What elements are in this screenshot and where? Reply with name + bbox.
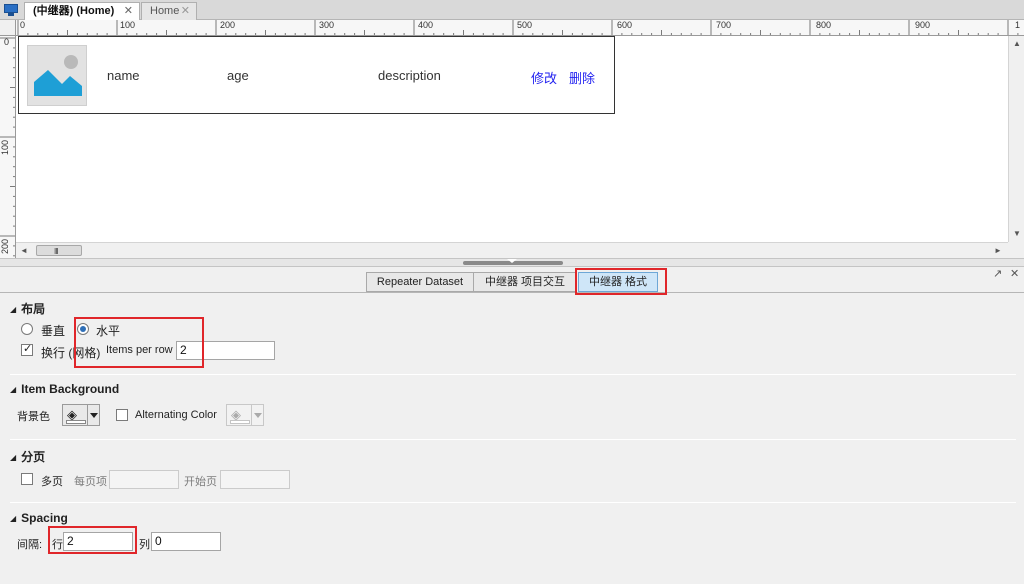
section-divider <box>10 502 1016 503</box>
row-gap-label: 行 <box>52 539 63 551</box>
tab-repeater-dataset[interactable]: Repeater Dataset <box>366 272 474 292</box>
pagination-section-header[interactable]: ◢ 分页 <box>10 448 45 465</box>
tab-item-interactions[interactable]: 中继器 项目交互 <box>473 272 577 292</box>
grip-icon: III <box>54 247 59 256</box>
ruler-label: 800 <box>816 20 832 30</box>
col-gap-input[interactable]: 0 <box>151 532 221 551</box>
ruler-label: 600 <box>617 20 633 30</box>
ruler-label: 200 <box>0 239 10 255</box>
col-gap-label: 列 <box>139 539 150 551</box>
start-page-label: 开始页 <box>184 476 217 488</box>
color-swatch <box>230 420 250 424</box>
design-canvas[interactable]: name age description 修改 删除 <box>16 36 1008 242</box>
row-gap-input[interactable]: 2 <box>63 532 133 551</box>
collapse-triangle-icon[interactable]: ◢ <box>10 514 16 523</box>
document-tab-strip: (中继器) (Home) ✕ Home ✕ <box>0 0 1024 21</box>
layout-section-header[interactable]: ◢ 布局 <box>10 300 45 317</box>
multi-page-checkbox[interactable] <box>21 473 33 485</box>
vertical-label: 垂直 <box>41 324 66 338</box>
chevron-down-icon <box>251 405 263 425</box>
repeater-style-panel: ↗ ✕ Repeater Dataset 中继器 项目交互 中继器 格式 ◢ 布局… <box>0 267 1024 584</box>
panel-splitter[interactable] <box>0 258 1024 267</box>
section-divider <box>10 374 1016 375</box>
scroll-down-icon[interactable]: ▼ <box>1013 229 1021 238</box>
splitter-notch-icon <box>507 259 517 263</box>
ruler-label: 300 <box>319 20 335 30</box>
ruler-label: 400 <box>418 20 434 30</box>
scroll-corner <box>1008 242 1024 258</box>
section-title: 分页 <box>21 450 46 464</box>
bg-color-label: 背景色 <box>17 411 50 423</box>
chevron-down-icon[interactable] <box>87 405 99 425</box>
horizontal-ruler: 0 100 200 300 400 500 600 700 800 900 1 <box>16 20 1024 36</box>
ruler-label: 700 <box>716 20 732 30</box>
section-title: Item Background <box>21 382 120 396</box>
scroll-thumb[interactable]: III <box>36 245 82 256</box>
ruler-label: 100 <box>0 140 10 156</box>
ruler-label: 1 <box>1015 20 1021 30</box>
scroll-up-icon[interactable]: ▲ <box>1013 39 1021 48</box>
wrap-label: 换行 (网格) <box>41 346 101 360</box>
tab-repeater-home[interactable]: (中继器) (Home) ✕ <box>24 2 140 21</box>
close-icon[interactable]: ✕ <box>1010 267 1019 280</box>
ruler-label: 900 <box>915 20 931 30</box>
vertical-ruler: 0 100 200 <box>0 36 16 258</box>
age-cell: age <box>227 68 249 83</box>
collapse-triangle-icon[interactable]: ◢ <box>10 385 16 394</box>
delete-link[interactable]: 删除 <box>569 68 595 87</box>
items-per-row-input[interactable]: 2 <box>176 341 275 360</box>
ruler-label: 0 <box>4 37 10 47</box>
gap-label: 间隔: <box>17 539 43 551</box>
horizontal-radio[interactable] <box>77 323 89 335</box>
items-per-row-label: Items per row <box>106 344 173 356</box>
ruler-label: 100 <box>120 20 136 30</box>
image-placeholder-icon[interactable] <box>27 45 87 106</box>
alternating-color-label: Alternating Color <box>135 409 217 421</box>
per-page-label: 每页项 <box>74 476 107 488</box>
multi-page-label: 多页 <box>41 476 63 488</box>
horizontal-label: 水平 <box>96 324 121 338</box>
tab-repeater-style[interactable]: 中继器 格式 <box>578 272 658 292</box>
section-title: 布局 <box>21 302 46 316</box>
repeater-item[interactable]: name age description 修改 删除 <box>18 36 615 114</box>
close-icon[interactable]: ✕ <box>181 3 190 20</box>
collapse-triangle-icon[interactable]: ◢ <box>10 305 16 314</box>
tab-label: Home <box>150 5 180 17</box>
scroll-right-icon[interactable]: ► <box>994 246 1002 255</box>
ruler-corner <box>0 20 16 36</box>
start-page-input <box>220 470 290 489</box>
undock-icon[interactable]: ↗ <box>993 267 1002 280</box>
alternating-color-picker: ◈ <box>226 404 264 426</box>
scroll-left-icon[interactable]: ◄ <box>20 246 28 255</box>
name-cell: name <box>107 68 140 83</box>
color-swatch <box>66 420 86 424</box>
description-cell: description <box>378 68 441 83</box>
app-monitor-icon <box>4 4 20 16</box>
edit-link[interactable]: 修改 <box>531 68 557 87</box>
collapse-triangle-icon[interactable]: ◢ <box>10 453 16 462</box>
bg-color-picker[interactable]: ◈ <box>62 404 100 426</box>
vertical-scrollbar[interactable]: ▲ ▼ <box>1008 36 1024 242</box>
horizontal-scrollbar[interactable]: ◄ III ► <box>16 242 1008 258</box>
close-icon[interactable]: ✕ <box>124 3 133 20</box>
tab-label: (中继器) (Home) <box>33 5 115 17</box>
vertical-radio[interactable] <box>21 323 33 335</box>
ruler-label: 0 <box>20 20 26 30</box>
item-background-section-header[interactable]: ◢ Item Background <box>10 382 119 396</box>
section-title: Spacing <box>21 511 68 525</box>
ruler-label: 500 <box>517 20 533 30</box>
spacing-section-header[interactable]: ◢ Spacing <box>10 511 68 525</box>
per-page-input <box>109 470 179 489</box>
alternating-color-checkbox[interactable] <box>116 409 128 421</box>
section-divider <box>10 439 1016 440</box>
wrap-checkbox[interactable] <box>21 342 33 356</box>
tabs-baseline <box>0 292 1024 293</box>
tab-home[interactable]: Home ✕ <box>141 2 197 21</box>
ruler-label: 200 <box>220 20 236 30</box>
